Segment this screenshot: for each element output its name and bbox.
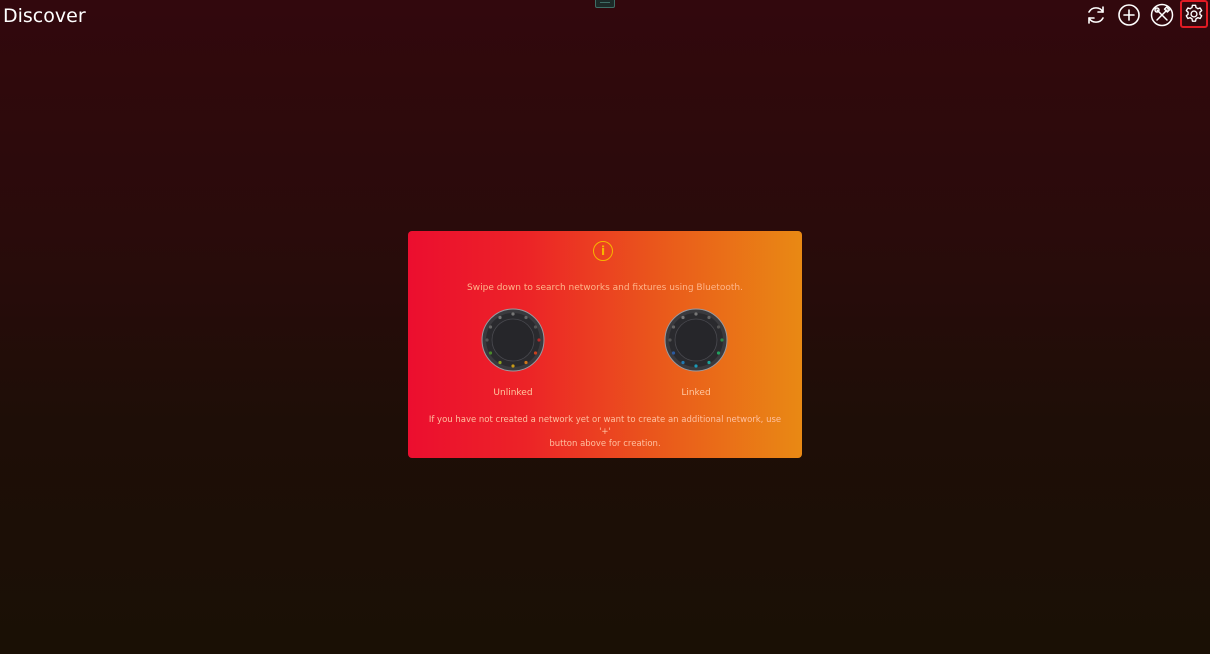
tools-button[interactable] bbox=[1148, 1, 1176, 29]
unlinked-label: Unlinked bbox=[493, 388, 533, 398]
create-network-hint-line1: If you have not created a network yet or… bbox=[428, 415, 782, 437]
info-icon: i bbox=[593, 241, 613, 261]
page-title: Discover bbox=[3, 5, 86, 27]
drag-handle[interactable] bbox=[595, 0, 615, 8]
info-card: i Swipe down to search networks and fixt… bbox=[408, 231, 802, 458]
linked-fixture-image bbox=[664, 308, 728, 372]
unlinked-fixture-image bbox=[481, 308, 545, 372]
create-network-hint: If you have not created a network yet or… bbox=[426, 414, 784, 450]
tools-icon bbox=[1150, 3, 1174, 27]
refresh-icon bbox=[1088, 6, 1104, 24]
bluetooth-hint: Swipe down to search networks and fixtur… bbox=[467, 283, 743, 293]
add-network-button[interactable] bbox=[1115, 1, 1143, 29]
gear-icon bbox=[1185, 4, 1203, 22]
create-network-hint-line2: button above for creation. bbox=[549, 439, 661, 449]
linked-label: Linked bbox=[681, 388, 711, 398]
refresh-button[interactable] bbox=[1082, 1, 1110, 29]
settings-button[interactable] bbox=[1180, 0, 1208, 28]
add-circle-icon bbox=[1118, 4, 1140, 26]
info-icon-glyph: i bbox=[600, 244, 606, 258]
